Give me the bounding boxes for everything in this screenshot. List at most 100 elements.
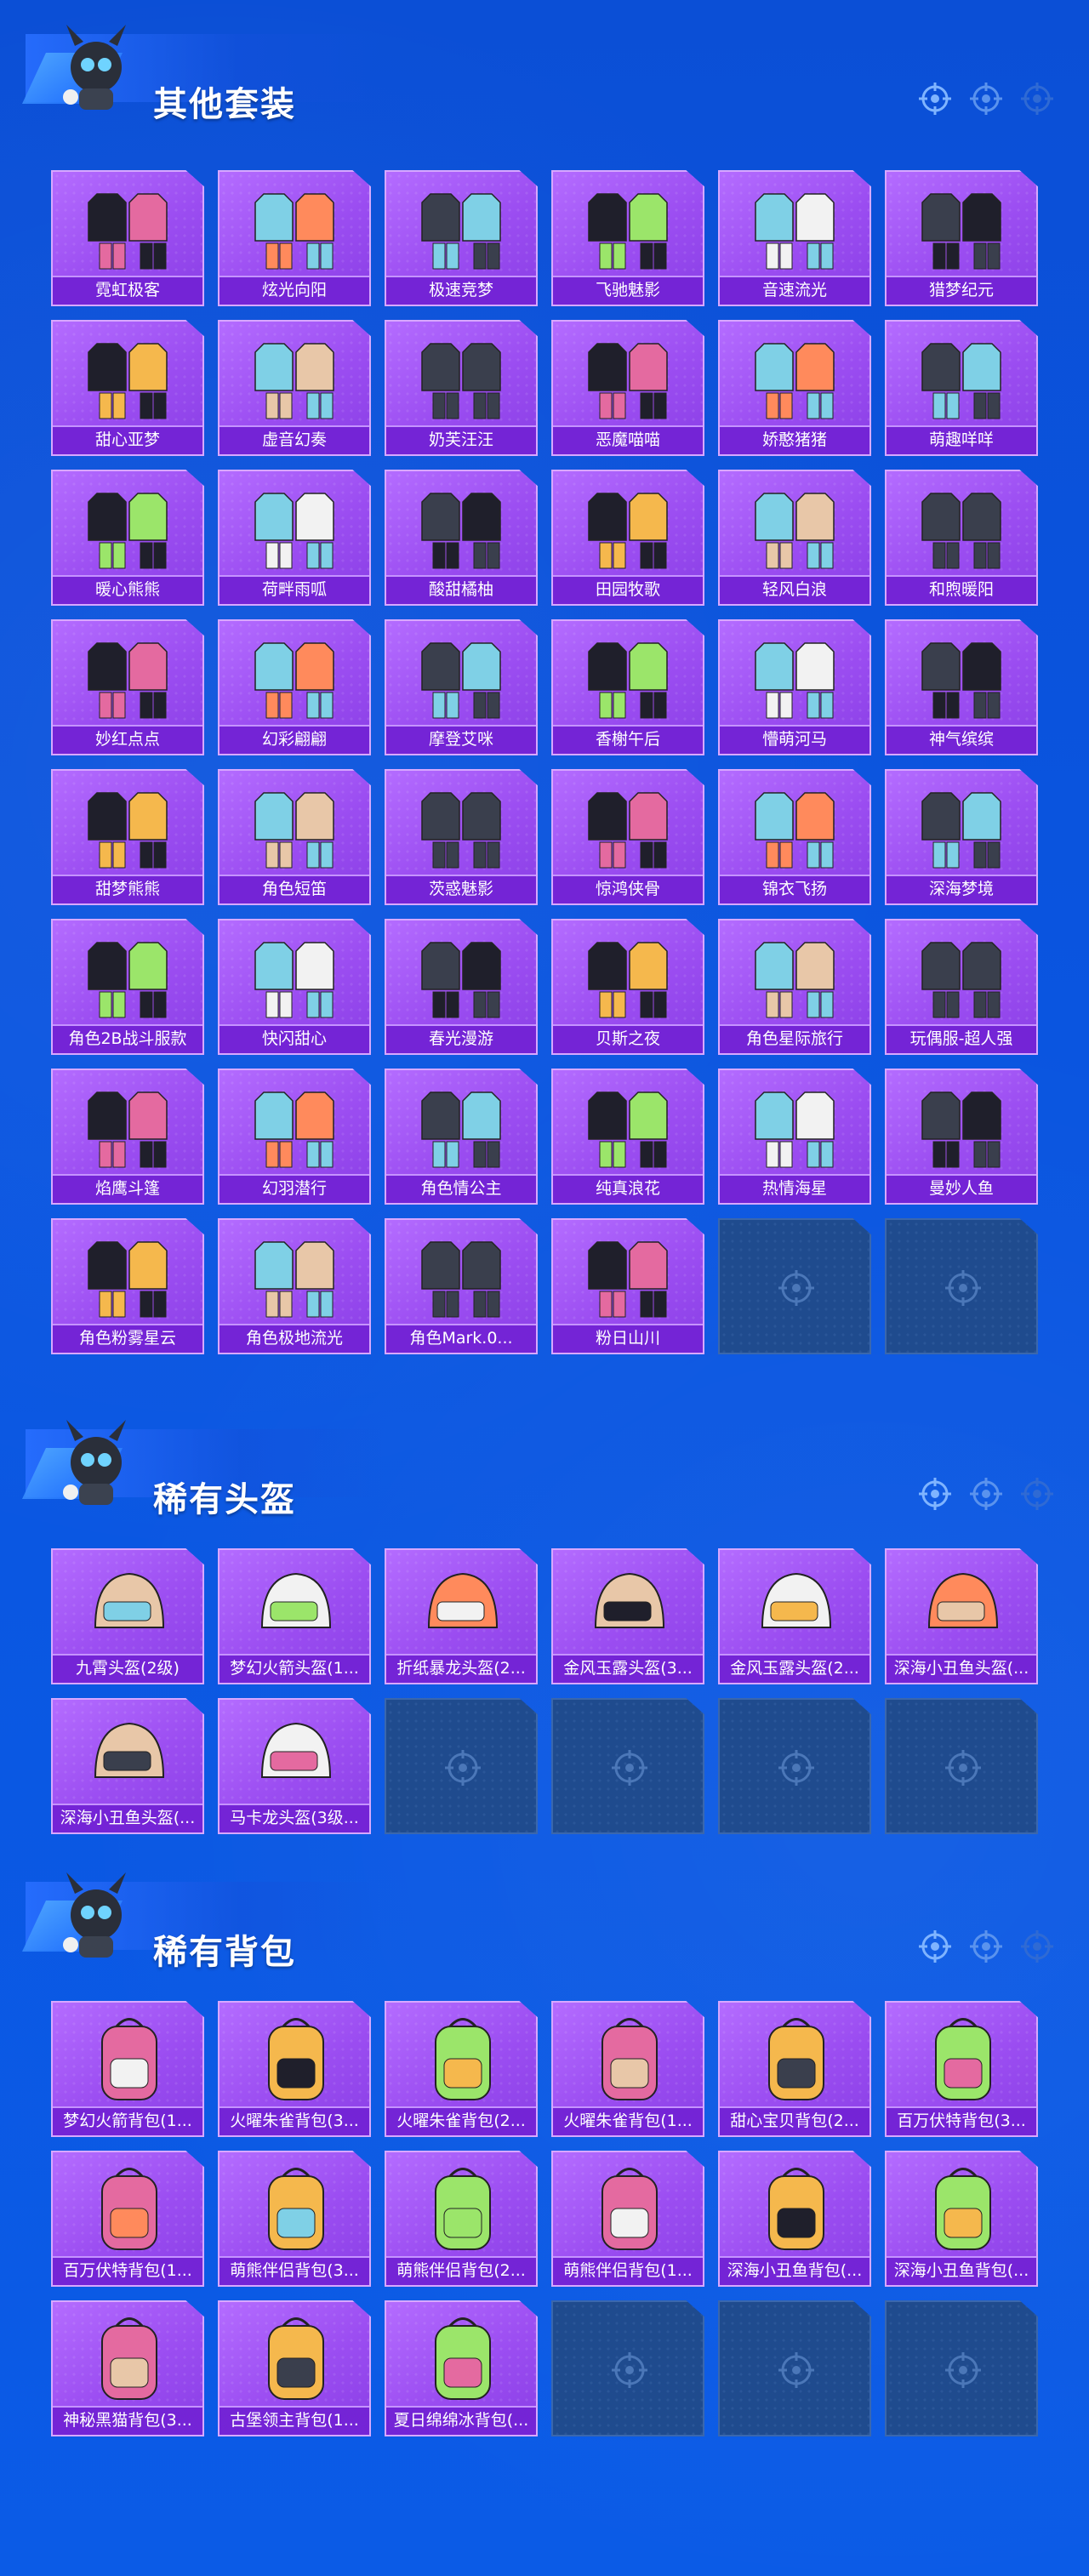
item-tile[interactable]: 田园牧歌 — [551, 470, 704, 606]
item-tile[interactable]: 梦幻火箭头盔(1... — [218, 1548, 371, 1684]
item-tile[interactable]: 角色星际旅行 — [718, 919, 871, 1055]
empty-slot[interactable] — [718, 1218, 871, 1354]
item-tile[interactable]: 极速竞梦 — [385, 170, 538, 306]
item-tile[interactable]: 锦衣飞扬 — [718, 769, 871, 905]
item-tile[interactable]: 角色2B战斗服款 — [51, 919, 204, 1055]
item-tile[interactable]: 炫光向阳 — [218, 170, 371, 306]
empty-slot[interactable] — [385, 1698, 538, 1834]
mascot-icon — [63, 1872, 126, 1958]
item-label: 惊鸿侠骨 — [553, 875, 703, 903]
backpack-icon — [268, 2168, 324, 2250]
item-label: 热情海星 — [720, 1174, 869, 1203]
empty-slot[interactable] — [718, 2300, 871, 2436]
item-tile[interactable]: 幻彩翩翩 — [218, 619, 371, 755]
outfit-icon — [421, 642, 501, 719]
item-tile[interactable]: 深海小丑鱼头盔(... — [885, 1548, 1038, 1684]
item-tile[interactable]: 甜梦熊熊 — [51, 769, 204, 905]
item-tile[interactable]: 深海小丑鱼头盔(... — [51, 1698, 204, 1834]
empty-slot[interactable] — [885, 2300, 1038, 2436]
item-tile[interactable]: 摩登艾咪 — [385, 619, 538, 755]
item-tile[interactable]: 神气缤缤 — [885, 619, 1038, 755]
backpack-icon — [268, 2317, 324, 2400]
item-tile[interactable]: 焰鹰斗篷 — [51, 1069, 204, 1205]
item-tile[interactable]: 娇憨猪猪 — [718, 320, 871, 456]
item-tile[interactable]: 幻羽潜行 — [218, 1069, 371, 1205]
item-tile[interactable]: 暖心熊熊 — [51, 470, 204, 606]
item-tile[interactable]: 虚音幻奏 — [218, 320, 371, 456]
crosshair-icon — [970, 83, 1002, 115]
item-tile[interactable]: 火曜朱雀背包(3... — [218, 2001, 371, 2137]
item-label: 快闪甜心 — [220, 1024, 369, 1053]
item-tile[interactable]: 夏日绵绵冰背包(... — [385, 2300, 538, 2436]
item-tile[interactable]: 神秘黑猫背包(3... — [51, 2300, 204, 2436]
item-tile[interactable]: 角色短笛 — [218, 769, 371, 905]
item-tile[interactable]: 甜心宝贝背包(2... — [718, 2001, 871, 2137]
empty-slot[interactable] — [885, 1698, 1038, 1834]
item-tile[interactable]: 古堡领主背包(1... — [218, 2300, 371, 2436]
item-tile[interactable]: 角色粉雾星云 — [51, 1218, 204, 1354]
item-tile[interactable]: 茨惑魅影 — [385, 769, 538, 905]
item-tile[interactable]: 金风玉露头盔(3... — [551, 1548, 704, 1684]
empty-slot[interactable] — [551, 1698, 704, 1834]
item-label: 梦幻火箭背包(1... — [53, 2106, 202, 2135]
item-tile[interactable]: 火曜朱雀背包(1... — [551, 2001, 704, 2137]
item-tile[interactable]: 角色Mark.0... — [385, 1218, 538, 1354]
item-tile[interactable]: 九霄头盔(2级) — [51, 1548, 204, 1684]
empty-slot[interactable] — [885, 1218, 1038, 1354]
item-tile[interactable]: 妙红点点 — [51, 619, 204, 755]
item-label: 折纸暴龙头盔(2... — [386, 1654, 536, 1683]
item-tile[interactable]: 马卡龙头盔(3级... — [218, 1698, 371, 1834]
item-tile[interactable]: 纯真浪花 — [551, 1069, 704, 1205]
item-label: 马卡龙头盔(3级... — [220, 1804, 369, 1832]
item-tile[interactable]: 酸甜橘柚 — [385, 470, 538, 606]
item-tile[interactable]: 曼妙人鱼 — [885, 1069, 1038, 1205]
item-tile[interactable]: 轻风白浪 — [718, 470, 871, 606]
item-tile[interactable]: 玩偶服-超人强 — [885, 919, 1038, 1055]
item-tile[interactable]: 香榭午后 — [551, 619, 704, 755]
item-label: 甜梦熊熊 — [53, 875, 202, 903]
item-tile[interactable]: 百万伏特背包(1... — [51, 2151, 204, 2287]
item-label: 古堡领主背包(1... — [220, 2406, 369, 2435]
crosshair-icon — [778, 1270, 814, 1306]
item-label: 玩偶服-超人强 — [887, 1024, 1036, 1053]
item-tile[interactable]: 奶芙汪汪 — [385, 320, 538, 456]
section-header: 其他套装 — [0, 0, 1089, 124]
item-tile[interactable]: 梦幻火箭背包(1... — [51, 2001, 204, 2137]
item-tile[interactable]: 深海小丑鱼背包(... — [885, 2151, 1038, 2287]
item-tile[interactable]: 快闪甜心 — [218, 919, 371, 1055]
item-tile[interactable]: 贝斯之夜 — [551, 919, 704, 1055]
item-tile[interactable]: 百万伏特背包(3... — [885, 2001, 1038, 2137]
item-tile[interactable]: 角色极地流光 — [218, 1218, 371, 1354]
item-tile[interactable]: 和煦暖阳 — [885, 470, 1038, 606]
item-tile[interactable]: 霓虹极客 — [51, 170, 204, 306]
item-tile[interactable]: 火曜朱雀背包(2... — [385, 2001, 538, 2137]
item-tile[interactable]: 折纸暴龙头盔(2... — [385, 1548, 538, 1684]
item-tile[interactable]: 萌熊伴侣背包(2... — [385, 2151, 538, 2287]
item-tile[interactable]: 惊鸿侠骨 — [551, 769, 704, 905]
item-label: 纯真浪花 — [553, 1174, 703, 1203]
crosshair-icon — [919, 83, 951, 115]
item-tile[interactable]: 懵萌河马 — [718, 619, 871, 755]
empty-slot[interactable] — [551, 2300, 704, 2436]
item-tile[interactable]: 恶魔喵喵 — [551, 320, 704, 456]
item-tile[interactable]: 热情海星 — [718, 1069, 871, 1205]
item-tile[interactable]: 春光漫游 — [385, 919, 538, 1055]
item-tile[interactable]: 角色情公主 — [385, 1069, 538, 1205]
backpack-icon — [935, 2018, 991, 2100]
item-tile[interactable]: 金风玉露头盔(2... — [718, 1548, 871, 1684]
item-tile[interactable]: 萌趣咩咩 — [885, 320, 1038, 456]
item-tile[interactable]: 萌熊伴侣背包(3... — [218, 2151, 371, 2287]
item-tile[interactable]: 飞驰魅影 — [551, 170, 704, 306]
item-tile[interactable]: 深海小丑鱼背包(... — [718, 2151, 871, 2287]
item-tile[interactable]: 猎梦纪元 — [885, 170, 1038, 306]
item-tile[interactable]: 音速流光 — [718, 170, 871, 306]
item-tile[interactable]: 甜心亚梦 — [51, 320, 204, 456]
item-tile[interactable]: 萌熊伴侣背包(1... — [551, 2151, 704, 2287]
item-tile[interactable]: 粉日山川 — [551, 1218, 704, 1354]
item-tile[interactable]: 深海梦境 — [885, 769, 1038, 905]
item-label: 夏日绵绵冰背包(... — [386, 2406, 536, 2435]
outfit-icon — [755, 942, 835, 1018]
item-label: 角色星际旅行 — [720, 1024, 869, 1053]
item-tile[interactable]: 荷畔雨呱 — [218, 470, 371, 606]
empty-slot[interactable] — [718, 1698, 871, 1834]
